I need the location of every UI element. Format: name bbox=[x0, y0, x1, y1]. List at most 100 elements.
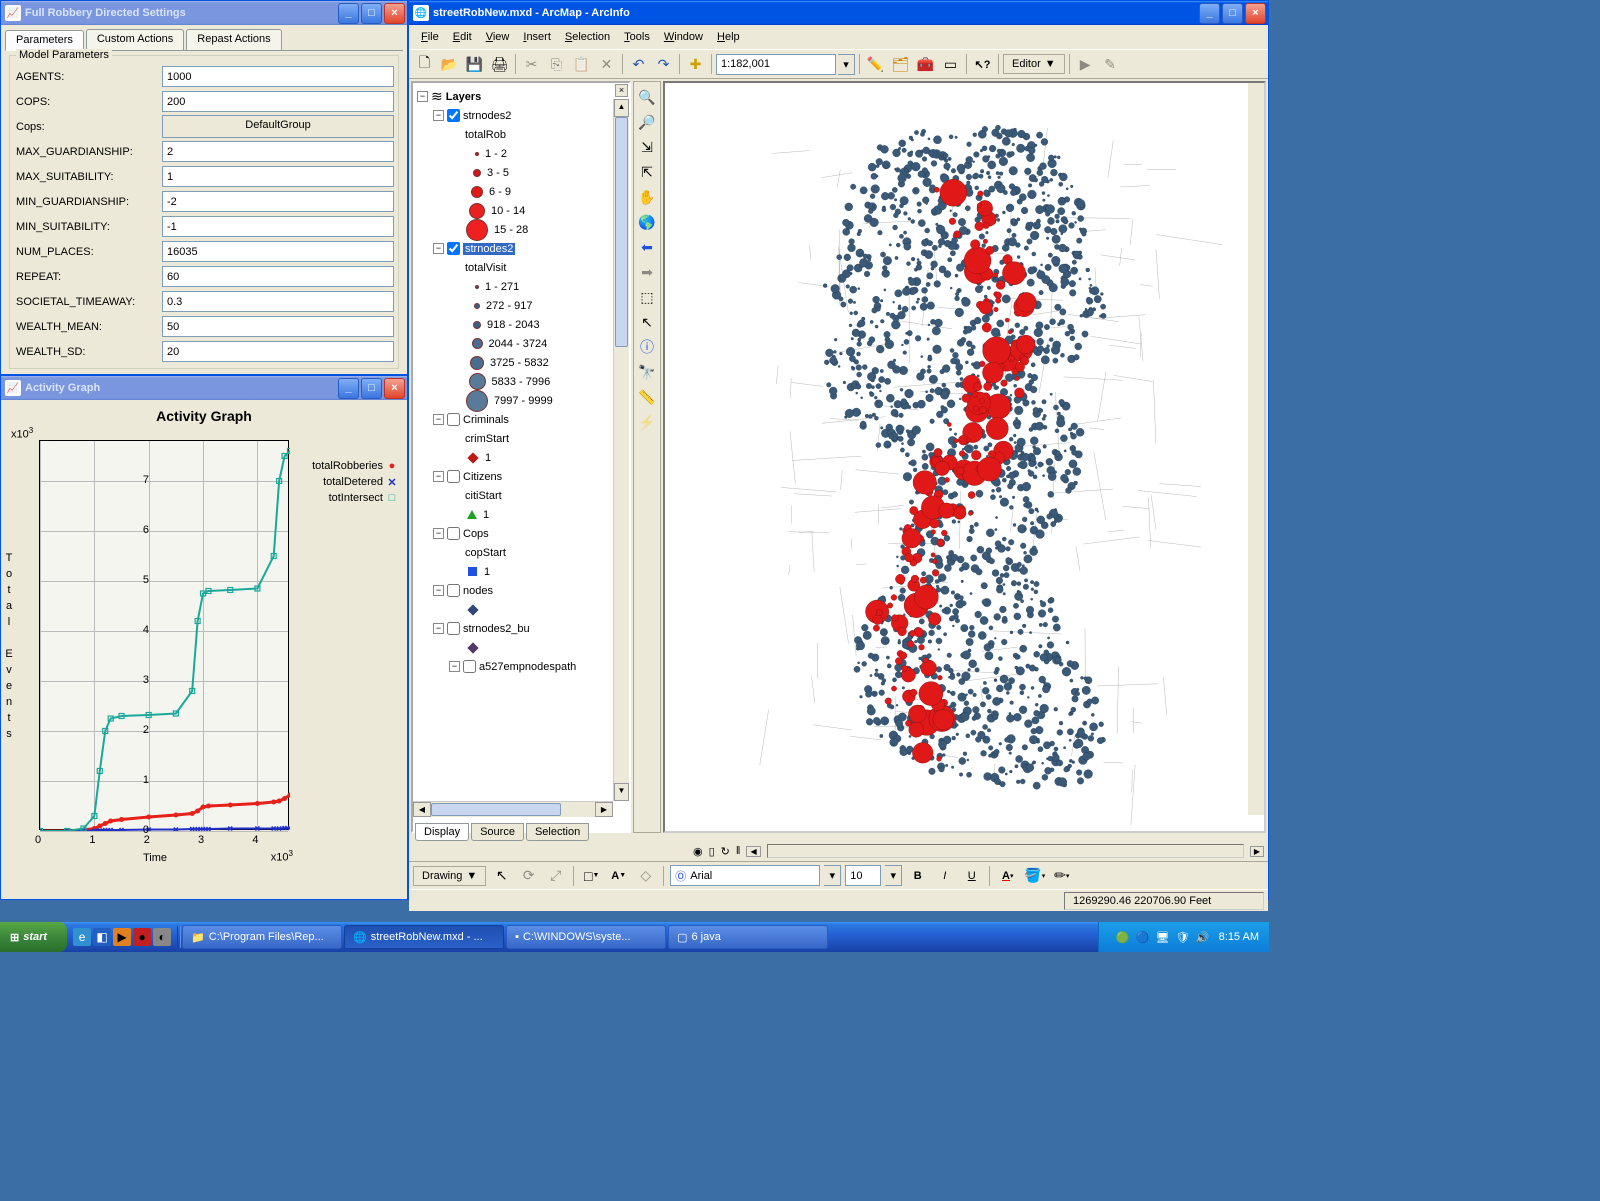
minimize-button[interactable]: _ bbox=[338, 3, 359, 24]
maximize-button[interactable]: □ bbox=[361, 3, 382, 24]
toc-tab-display[interactable]: Display bbox=[415, 823, 469, 841]
back-icon[interactable]: ⬅ bbox=[635, 235, 659, 259]
param-input[interactable] bbox=[162, 66, 394, 87]
scale-dropdown-icon[interactable]: ▾ bbox=[838, 54, 855, 75]
command-line-icon[interactable]: ▭ bbox=[939, 53, 962, 75]
fill-color-icon[interactable]: 🪣▾ bbox=[1023, 865, 1046, 887]
toc-vscrollbar[interactable] bbox=[613, 99, 629, 801]
hscroll-left-icon[interactable]: ◀ bbox=[746, 846, 760, 857]
maximize-button[interactable]: □ bbox=[361, 378, 382, 399]
param-input[interactable] bbox=[162, 266, 394, 287]
text-icon[interactable]: A▼ bbox=[607, 865, 630, 887]
tree-row[interactable]: 2044 - 3724 bbox=[415, 334, 627, 353]
tree-row[interactable]: crimStart bbox=[415, 429, 627, 448]
new-icon[interactable]: 🗋 bbox=[413, 53, 436, 75]
fixed-zoom-in-icon[interactable]: ⇲ bbox=[635, 135, 659, 159]
copy-icon[interactable]: ⎘ bbox=[545, 53, 568, 75]
toc-tab-selection[interactable]: Selection bbox=[526, 823, 589, 841]
param-input[interactable] bbox=[162, 141, 394, 162]
identify-icon[interactable]: ⓘ bbox=[635, 335, 659, 359]
delete-icon[interactable]: ✕ bbox=[595, 53, 618, 75]
bold-icon[interactable]: B bbox=[906, 865, 929, 887]
desktop-icon[interactable]: ◧ bbox=[93, 928, 111, 946]
redo-icon[interactable]: ↷ bbox=[652, 53, 675, 75]
graph-titlebar[interactable]: 📈 Activity Graph _ □ × bbox=[1, 376, 407, 400]
drawing-menu-button[interactable]: Drawing ▼ bbox=[413, 866, 486, 886]
param-input[interactable] bbox=[162, 91, 394, 112]
select-icon[interactable]: ↖ bbox=[490, 865, 513, 887]
arccatalog-icon[interactable]: 🗂 bbox=[889, 53, 912, 75]
italic-icon[interactable]: I bbox=[933, 865, 956, 887]
tree-row[interactable]: − a527empnodespath bbox=[415, 657, 627, 676]
editor-toolbar-icon[interactable]: ✏️ bbox=[864, 53, 887, 75]
close-button[interactable]: × bbox=[384, 378, 405, 399]
minimize-button[interactable]: _ bbox=[338, 378, 359, 399]
tree-row[interactable]: − Cops bbox=[415, 524, 627, 543]
menu-help[interactable]: Help bbox=[711, 29, 746, 45]
menu-selection[interactable]: Selection bbox=[559, 29, 616, 45]
arctoolbox-icon[interactable]: 🧰 bbox=[914, 53, 937, 75]
menu-window[interactable]: Window bbox=[658, 29, 709, 45]
tree-row[interactable]: 1 - 2 bbox=[415, 144, 627, 163]
toc-tab-source[interactable]: Source bbox=[471, 823, 524, 841]
param-input[interactable] bbox=[162, 166, 394, 187]
zoom-to-icon[interactable]: ⤢ bbox=[544, 865, 567, 887]
tree-row[interactable]: 3725 - 5832 bbox=[415, 353, 627, 372]
menu-insert[interactable]: Insert bbox=[517, 29, 557, 45]
tree-row[interactable]: 918 - 2043 bbox=[415, 315, 627, 334]
paste-icon[interactable]: 📋 bbox=[570, 53, 593, 75]
sketch-tool-icon[interactable]: ✎ bbox=[1099, 53, 1122, 75]
refresh-icon[interactable]: ↻ bbox=[721, 845, 730, 858]
maximize-button[interactable]: □ bbox=[1222, 3, 1243, 24]
tree-row[interactable]: copStart bbox=[415, 543, 627, 562]
tree-row[interactable]: −≋Layers bbox=[415, 87, 627, 106]
measure-icon[interactable]: 📏 bbox=[635, 385, 659, 409]
close-button[interactable]: × bbox=[1245, 3, 1266, 24]
tree-row[interactable]: totalVisit bbox=[415, 258, 627, 277]
tree-row[interactable]: 272 - 917 bbox=[415, 296, 627, 315]
toc-hscrollbar[interactable] bbox=[413, 801, 613, 817]
menu-view[interactable]: View bbox=[480, 29, 516, 45]
rotate-icon[interactable]: ⟳ bbox=[517, 865, 540, 887]
tree-row[interactable]: − strnodes2_bu bbox=[415, 619, 627, 638]
edit-vertices-icon[interactable]: ◇ bbox=[634, 865, 657, 887]
full-extent-icon[interactable]: 🌎 bbox=[635, 210, 659, 234]
font-size-input[interactable] bbox=[845, 865, 881, 886]
taskbar-button[interactable]: 📁C:\Program Files\Rep... bbox=[182, 925, 342, 949]
pause-icon[interactable]: ‖ bbox=[736, 845, 741, 857]
param-input[interactable] bbox=[162, 216, 394, 237]
forward-icon[interactable]: ➡ bbox=[635, 260, 659, 284]
map-view[interactable] bbox=[663, 81, 1266, 833]
zoom-out-icon[interactable]: 🔎 bbox=[635, 110, 659, 134]
toc-tree[interactable]: −≋Layers− strnodes2totalRob1 - 23 - 56 -… bbox=[413, 83, 629, 791]
layout-view-icon[interactable]: ▯ bbox=[709, 845, 715, 858]
font-color-icon[interactable]: A▾ bbox=[996, 865, 1019, 887]
rectangle-icon[interactable]: □▼ bbox=[580, 865, 603, 887]
hyperlink-icon[interactable]: ⚡ bbox=[635, 410, 659, 434]
clock[interactable]: 8:15 AM bbox=[1219, 931, 1259, 943]
tree-row[interactable]: − Citizens bbox=[415, 467, 627, 486]
tree-row[interactable]: − strnodes2 bbox=[415, 239, 627, 258]
tree-row[interactable] bbox=[415, 600, 627, 619]
taskbar-button[interactable]: ▪C:\WINDOWS\syste... bbox=[506, 925, 666, 949]
param-button[interactable]: DefaultGroup bbox=[162, 115, 394, 138]
map-vscrollbar[interactable] bbox=[1248, 83, 1264, 815]
tray-icon[interactable]: 🟢 bbox=[1115, 929, 1131, 945]
tree-row[interactable]: citiStart bbox=[415, 486, 627, 505]
media-icon[interactable]: ▶ bbox=[113, 928, 131, 946]
fixed-zoom-out-icon[interactable]: ⇱ bbox=[635, 160, 659, 184]
open-icon[interactable]: 📂 bbox=[438, 53, 461, 75]
tree-row[interactable]: 15 - 28 bbox=[415, 220, 627, 239]
tree-row[interactable]: − strnodes2 bbox=[415, 106, 627, 125]
underline-icon[interactable]: U bbox=[960, 865, 983, 887]
select-features-icon[interactable]: ⬚ bbox=[635, 285, 659, 309]
tree-row[interactable]: 1 bbox=[415, 562, 627, 581]
map-hscrollbar[interactable] bbox=[767, 844, 1244, 858]
param-input[interactable] bbox=[162, 191, 394, 212]
undo-icon[interactable]: ↶ bbox=[627, 53, 650, 75]
tree-row[interactable]: 1 bbox=[415, 505, 627, 524]
ie-icon[interactable]: e bbox=[73, 928, 91, 946]
tray-icon[interactable]: 🖥 bbox=[1155, 929, 1171, 945]
hscroll-right-icon[interactable]: ▶ bbox=[1250, 846, 1264, 857]
toc-close-icon[interactable]: × bbox=[615, 84, 628, 97]
